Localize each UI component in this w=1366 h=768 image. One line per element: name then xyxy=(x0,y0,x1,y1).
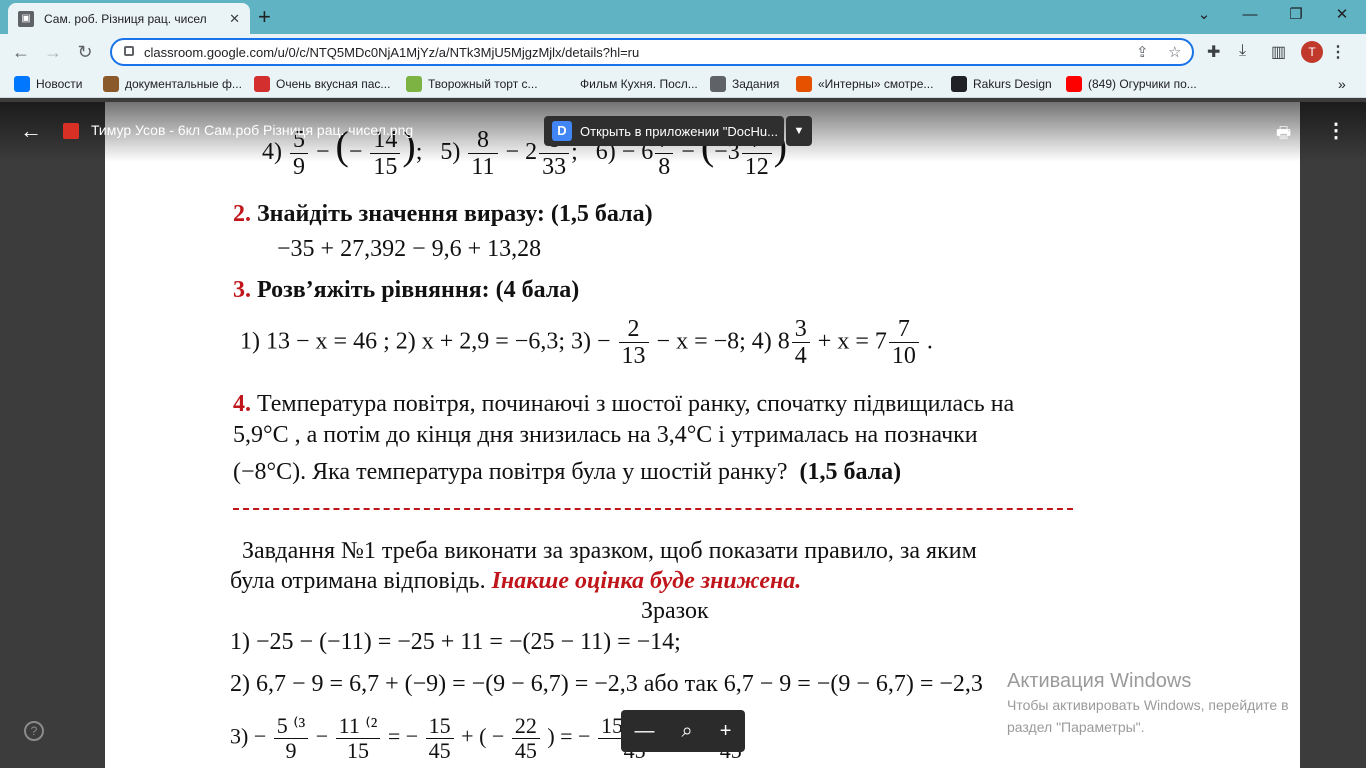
new-tab-button[interactable]: + xyxy=(258,5,271,29)
share-icon[interactable]: ⇪ xyxy=(1136,43,1149,61)
help-icon[interactable]: ? xyxy=(24,721,44,741)
profile-avatar[interactable]: T xyxy=(1301,41,1323,63)
film-icon xyxy=(103,76,119,92)
open-in-app-label: Открыть в приложении "DocHu... xyxy=(580,123,778,139)
bookmark-item[interactable]: Rakurs Design xyxy=(951,76,1052,92)
dochub-icon: D xyxy=(552,121,572,141)
youtube-icon xyxy=(1066,76,1082,92)
reload-button[interactable]: ↻ xyxy=(72,40,98,64)
bookmark-item[interactable]: (849) Огурчики по... xyxy=(1066,76,1197,92)
instructions-note: Завдання №1 треба виконати за зразком, щ… xyxy=(230,538,977,594)
lock-icon xyxy=(124,46,134,56)
active-tab[interactable]: ▣ Сам. роб. Різниця рац. чисел ✕ xyxy=(8,3,250,34)
tab-strip: ▣ Сам. роб. Різниця рац. чисел ✕ + ⌄ — ❐… xyxy=(0,0,1366,34)
bookmark-item[interactable]: Новости xyxy=(14,76,82,92)
fraction: 7 10 xyxy=(888,316,919,370)
more-options-icon[interactable]: ⋮ xyxy=(1326,118,1346,143)
download-icon[interactable]: ⤓ xyxy=(1239,42,1246,60)
task3-heading: 3. Розв’яжіть рівняння: (4 бала) xyxy=(233,277,580,303)
rakurs-icon xyxy=(951,76,967,92)
recipe-icon xyxy=(254,76,270,92)
fraction: 22 45 xyxy=(511,713,540,763)
task3-equations: 1) 13 − x = 46 ; 2) x + 2,9 = −6,3; 3) −… xyxy=(240,316,933,370)
restore-button[interactable]: ❐ xyxy=(1276,4,1316,26)
tab-search-icon[interactable]: ⌄ xyxy=(1184,4,1224,26)
close-viewer-back-icon[interactable]: ← xyxy=(20,118,42,144)
fraction: 2 13 xyxy=(618,316,649,370)
blank-page-icon xyxy=(558,76,574,92)
tab-title: Сам. роб. Різниця рац. чисел xyxy=(44,11,207,26)
vk-icon xyxy=(14,76,30,92)
browser-toolbar: ← → ↻ classroom.google.com/u/0/c/NTQ5MDc… xyxy=(0,34,1366,70)
bookmark-item[interactable]: Фильм Кухня. Посл... xyxy=(558,76,698,92)
classroom-icon: ▣ xyxy=(18,10,34,27)
bookmark-item[interactable]: документальные ф... xyxy=(103,76,242,92)
sample-title: Зразок xyxy=(641,598,709,624)
bookmarks-overflow-button[interactable]: » xyxy=(1338,76,1346,92)
forward-button[interactable]: → xyxy=(40,40,66,64)
minimize-button[interactable]: — xyxy=(1230,4,1270,26)
browser-menu-icon[interactable]: ⋮ xyxy=(1330,42,1346,62)
file-title: Тимур Усов - 6кл Сам.роб Різниця рац. чи… xyxy=(91,122,414,138)
cake-icon xyxy=(406,76,422,92)
zoom-out-button[interactable]: — xyxy=(635,720,655,743)
interny-icon xyxy=(796,76,812,92)
image-file-icon xyxy=(63,123,79,139)
close-window-button[interactable]: ✕ xyxy=(1322,4,1362,26)
url-text[interactable]: classroom.google.com/u/0/c/NTQ5MDc0NjA1M… xyxy=(144,45,639,60)
bookmark-item[interactable]: Очень вкусная пас... xyxy=(254,76,390,92)
print-icon[interactable]: 🖶 xyxy=(1276,122,1291,149)
dashed-divider xyxy=(233,508,1073,510)
zoom-in-button[interactable]: + xyxy=(720,720,732,743)
bookmark-item[interactable]: «Интерны» смотре... xyxy=(796,76,933,92)
open-with-dropdown-icon[interactable]: ▼ xyxy=(786,116,812,146)
bookmark-item[interactable]: Задания xyxy=(710,76,779,92)
task2-expression: −35 + 27,392 − 9,6 + 13,28 xyxy=(277,236,542,262)
windows-activation-watermark: Активация Windows Чтобы активировать Win… xyxy=(1007,670,1289,735)
bookmarks-bar: Новости документальные ф... Очень вкусна… xyxy=(0,70,1366,98)
open-in-app-button[interactable]: D Открыть в приложении "DocHu... xyxy=(544,116,784,146)
close-tab-icon[interactable]: ✕ xyxy=(229,11,240,27)
zoom-controls: — ⌕ + xyxy=(621,710,745,752)
side-panel-icon[interactable]: ▥ xyxy=(1271,42,1286,62)
sample-example-2: 2) 6,7 − 9 = 6,7 + (−9) = −(9 − 6,7) = −… xyxy=(230,671,983,697)
back-button[interactable]: ← xyxy=(8,40,34,64)
fraction: 5 ⁽³ 9 xyxy=(273,713,309,763)
bookmark-star-icon[interactable]: ☆ xyxy=(1168,43,1181,61)
zoom-magnifier-icon[interactable]: ⌕ xyxy=(682,720,693,743)
task4-block: 4. Температура повітря, починаючі з шост… xyxy=(233,391,1015,485)
fraction: 34 xyxy=(791,316,810,370)
fraction: 15 45 xyxy=(425,713,454,763)
extensions-icon[interactable]: ✚ xyxy=(1207,42,1220,62)
address-bar[interactable]: classroom.google.com/u/0/c/NTQ5MDc0NjA1M… xyxy=(110,38,1194,66)
task2-heading: 2. Знайдіть значення виразу: (1,5 бала) xyxy=(233,201,653,227)
classroom-icon xyxy=(710,76,726,92)
fraction: 11 ⁽² 15 xyxy=(335,713,381,763)
sample-example-1: 1) −25 − (−11) = −25 + 11 = −(25 − 11) =… xyxy=(230,629,681,655)
bookmark-item[interactable]: Творожный торт с... xyxy=(406,76,538,92)
